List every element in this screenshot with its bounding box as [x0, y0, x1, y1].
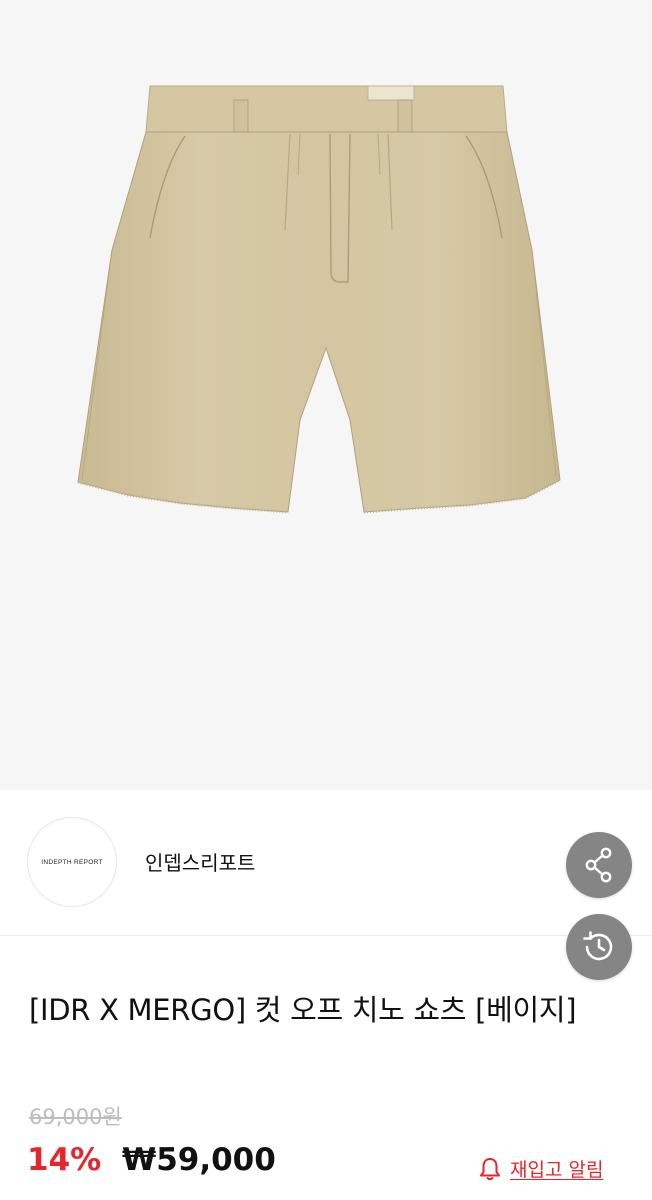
sale-price: ₩59,000 — [122, 1142, 276, 1178]
brand-logo-text: INDEPTH REPORT — [41, 858, 103, 866]
product-image[interactable] — [0, 0, 652, 790]
bell-icon — [480, 1157, 500, 1180]
brand-logo[interactable]: INDEPTH REPORT — [27, 817, 117, 907]
discount-rate: 14% — [27, 1142, 102, 1178]
recent-history-button[interactable] — [566, 914, 632, 980]
product-detail-page: INDEPTH REPORT 인뎁스리포트 [IDR X MERGO] 컷 오프… — [0, 0, 652, 1200]
share-icon — [585, 847, 612, 883]
share-button[interactable] — [566, 832, 632, 898]
divider — [0, 935, 652, 936]
brand-name[interactable]: 인뎁스리포트 — [145, 847, 255, 876]
shorts-illustration — [77, 85, 561, 514]
brand-row[interactable]: INDEPTH REPORT 인뎁스리포트 — [0, 790, 652, 936]
original-price: 69,000원 — [29, 1105, 122, 1129]
restock-alert-button[interactable]: 재입고 알림 — [478, 1155, 603, 1182]
restock-alert-label[interactable]: 재입고 알림 — [510, 1155, 603, 1182]
product-title: [IDR X MERGO] 컷 오프 치노 쇼츠 [베이지] — [29, 993, 577, 1027]
history-icon — [583, 931, 613, 961]
